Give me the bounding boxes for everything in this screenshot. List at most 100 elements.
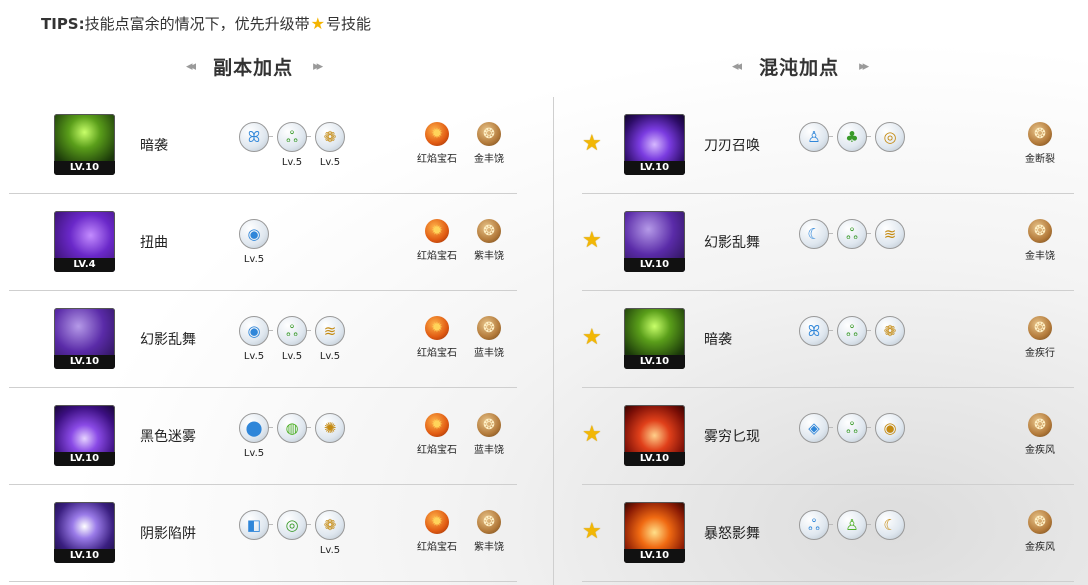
rune-level: Lv.5 <box>319 545 341 556</box>
section-title-chaos-label: 混沌加点 <box>759 57 840 79</box>
gem[interactable]: ❂ 金丰饶 <box>467 122 511 165</box>
gem-list: ✹ 红焰宝石 ❂ 蓝丰饶 <box>415 316 511 359</box>
skill-level-badge: LV.10 <box>624 452 685 466</box>
rune[interactable]: ꕤ <box>795 316 833 363</box>
gem[interactable]: ❂ 紫丰饶 <box>467 219 511 262</box>
rune[interactable]: ◎ <box>871 122 909 169</box>
skill-icon[interactable]: LV.10 <box>54 405 115 466</box>
rune[interactable]: ♙ <box>795 122 833 169</box>
skill-icon[interactable]: LV.10 <box>624 308 685 369</box>
rune[interactable]: ❁ Lv.5 <box>311 122 349 169</box>
rune-stone-icon: ❂ <box>477 413 501 437</box>
rune-list: ◧ ◎ ❁ Lv.5 <box>235 510 349 557</box>
rune[interactable]: ◉ <box>871 413 909 460</box>
gem[interactable]: ❂ 金断裂 <box>1018 122 1062 165</box>
skill-icon[interactable]: LV.10 <box>624 211 685 272</box>
rune[interactable]: ஃ <box>833 413 871 460</box>
skill-icon[interactable]: LV.10 <box>54 308 115 369</box>
rune[interactable]: ◈ <box>795 413 833 460</box>
gem-list: ❂ 金疾风 <box>1018 510 1062 553</box>
rune-icon: ◉ <box>239 316 269 346</box>
skill-icon[interactable]: LV.4 <box>54 211 115 272</box>
rune[interactable]: ஃ Lv.5 <box>273 122 311 169</box>
rune-icon: ◎ <box>875 122 905 152</box>
gem-label: 红焰宝石 <box>417 445 457 456</box>
gem[interactable]: ✹ 红焰宝石 <box>415 510 459 553</box>
dungeon-skill-list: LV.10 暗袭 ꕤ ஃ Lv.5 ❁ Lv.5 ✹ 红焰宝石 ❂ 金丰饶 LV.4 扭曲 ◉ Lv.5 ✹ 红… <box>9 97 517 582</box>
rune[interactable]: ◍ <box>273 413 311 460</box>
skill-row: ★ LV.10 刀刃召唤 ♙ ♣ ◎ ❂ 金断裂 <box>582 97 1074 194</box>
red-gem-icon: ✹ <box>425 219 449 243</box>
rune-level: Lv.5 <box>243 351 265 362</box>
gem-label: 蓝丰饶 <box>474 348 504 359</box>
rune-icon: ❁ <box>315 510 345 540</box>
rune-level: Lv.5 <box>243 254 265 265</box>
rune[interactable]: ♙ <box>833 510 871 557</box>
skill-level-badge: LV.10 <box>54 452 115 466</box>
gem[interactable]: ❂ 金丰饶 <box>1018 219 1062 262</box>
gem-label: 紫丰饶 <box>474 251 504 262</box>
skill-name: 暗袭 <box>704 332 732 348</box>
rune[interactable]: ⬤ Lv.5 <box>235 413 273 460</box>
rune-icon: ♙ <box>799 122 829 152</box>
gem[interactable]: ✹ 红焰宝石 <box>415 122 459 165</box>
rune-list: ◈ ஃ ◉ <box>795 413 909 460</box>
star-icon: ★ <box>310 13 325 33</box>
gem[interactable]: ❂ 紫丰饶 <box>467 510 511 553</box>
gem[interactable]: ✹ 红焰宝石 <box>415 413 459 456</box>
gem[interactable]: ✹ 红焰宝石 <box>415 219 459 262</box>
rune-icon: ⬤ <box>239 413 269 443</box>
skill-icon[interactable]: LV.10 <box>624 502 685 563</box>
skill-icon[interactable]: LV.10 <box>54 502 115 563</box>
rune-icon: ◎ <box>277 510 307 540</box>
rune-icon: ஃ <box>277 122 307 152</box>
rune[interactable]: ꕤ <box>235 122 273 169</box>
rune[interactable]: ❁ <box>871 316 909 363</box>
rune[interactable]: ♣ <box>833 122 871 169</box>
gem-list: ✹ 红焰宝石 ❂ 金丰饶 <box>415 122 511 165</box>
gem[interactable]: ❂ 金疾行 <box>1018 316 1062 359</box>
rune-icon: ☾ <box>799 219 829 249</box>
rune[interactable]: ◉ Lv.5 <box>235 219 273 266</box>
gem-list: ❂ 金断裂 <box>1018 122 1062 165</box>
rune[interactable]: ≋ Lv.5 <box>311 316 349 363</box>
rune-icon: ☾ <box>875 510 905 540</box>
skill-name: 扭曲 <box>140 235 168 251</box>
gem-label: 金疾风 <box>1025 542 1055 553</box>
rune[interactable]: ஃ <box>833 219 871 266</box>
rune[interactable]: ☾ <box>795 219 833 266</box>
arrow-right-icon: ▸▸ <box>859 59 869 74</box>
rune-icon: ஃ <box>799 510 829 540</box>
rune-level: Lv.5 <box>281 157 303 168</box>
rune[interactable]: ஃ <box>795 510 833 557</box>
skill-name: 雾穷匕现 <box>704 429 760 445</box>
skill-row: ★ LV.10 幻影乱舞 ☾ ஃ ≋ ❂ 金丰饶 <box>582 194 1074 291</box>
gem-label: 红焰宝石 <box>417 348 457 359</box>
skill-level-badge: LV.10 <box>54 549 115 563</box>
gem-label: 金丰饶 <box>1025 251 1055 262</box>
rune[interactable]: ☾ <box>871 510 909 557</box>
rune[interactable]: ஃ Lv.5 <box>273 316 311 363</box>
gem[interactable]: ❂ 蓝丰饶 <box>467 316 511 359</box>
chaos-skill-list: ★ LV.10 刀刃召唤 ♙ ♣ ◎ ❂ 金断裂 ★ LV.10 幻影乱舞 ☾ ஃ ≋ ❂ 金丰饶 ★ LV.10… <box>582 97 1074 582</box>
rune[interactable]: ≋ <box>871 219 909 266</box>
gem[interactable]: ❂ 金疾风 <box>1018 413 1062 456</box>
priority-star-icon: ★ <box>582 422 602 447</box>
skill-row: ★ LV.10 雾穷匕现 ◈ ஃ ◉ ❂ 金疾风 <box>582 388 1074 485</box>
rune-stone-icon: ❂ <box>477 316 501 340</box>
rune[interactable]: ❁ Lv.5 <box>311 510 349 557</box>
skill-icon[interactable]: LV.10 <box>54 114 115 175</box>
gem[interactable]: ✹ 红焰宝石 <box>415 316 459 359</box>
rune[interactable]: ◎ <box>273 510 311 557</box>
rune-list: ꕤ ஃ ❁ <box>795 316 909 363</box>
rune[interactable]: ◧ <box>235 510 273 557</box>
gem[interactable]: ❂ 蓝丰饶 <box>467 413 511 456</box>
skill-name: 幻影乱舞 <box>704 235 760 251</box>
rune[interactable]: ஃ <box>833 316 871 363</box>
gem[interactable]: ❂ 金疾风 <box>1018 510 1062 553</box>
skill-icon[interactable]: LV.10 <box>624 114 685 175</box>
gem-label: 紫丰饶 <box>474 542 504 553</box>
rune[interactable]: ✺ <box>311 413 349 460</box>
skill-icon[interactable]: LV.10 <box>624 405 685 466</box>
rune[interactable]: ◉ Lv.5 <box>235 316 273 363</box>
